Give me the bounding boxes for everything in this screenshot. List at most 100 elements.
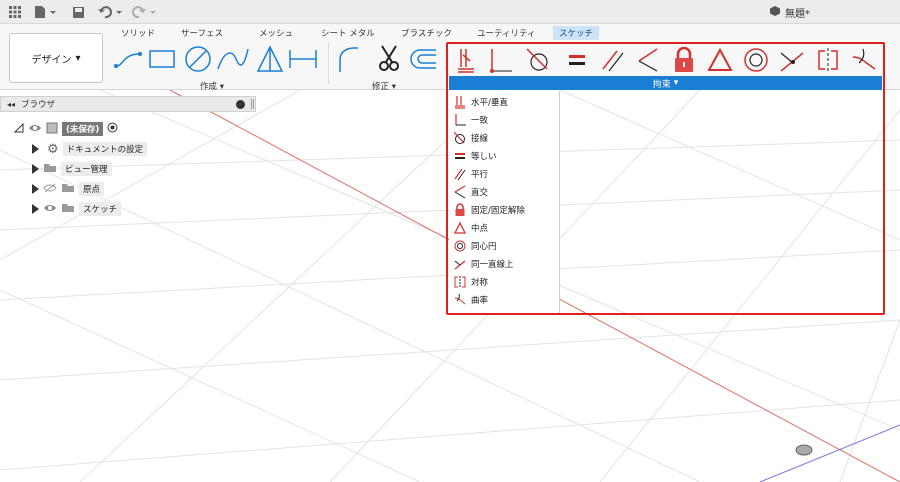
coincident-icon[interactable] bbox=[487, 45, 515, 75]
fix-unfix-icon[interactable] bbox=[670, 45, 698, 75]
expand-triangle-icon[interactable] bbox=[32, 184, 39, 194]
expand-triangle-icon[interactable] bbox=[13, 122, 24, 136]
collinear-icon[interactable] bbox=[778, 45, 806, 75]
tab-surface[interactable]: サーフェス bbox=[175, 26, 229, 40]
design-workspace-button[interactable]: デザイン ▾ bbox=[9, 33, 103, 83]
polygon-tool-icon[interactable] bbox=[256, 45, 284, 72]
browser-panel-header[interactable]: ◂◂ ブラウザ bbox=[0, 96, 256, 112]
curvature-icon bbox=[451, 293, 469, 307]
tree-item-label: ビュー管理 bbox=[61, 162, 112, 176]
browser-item-view-management[interactable]: ビュー管理 bbox=[32, 161, 112, 177]
menu-item-perpendicular[interactable]: 直交 bbox=[449, 183, 560, 201]
equal-icon bbox=[451, 149, 469, 163]
expand-triangle-icon[interactable] bbox=[32, 204, 39, 214]
expand-triangle-icon[interactable] bbox=[32, 164, 39, 174]
component-icon bbox=[46, 122, 58, 137]
constraints-panel-button[interactable]: 拘束 ▾ bbox=[449, 76, 882, 90]
parallel-icon bbox=[451, 167, 469, 181]
panel-grip-icon[interactable] bbox=[251, 99, 254, 109]
perpendicular-icon[interactable] bbox=[634, 45, 662, 75]
folder-icon bbox=[43, 162, 57, 176]
browser-item-origin[interactable]: 原点 bbox=[32, 181, 105, 197]
perpendicular-icon bbox=[451, 185, 469, 199]
tree-item-label: ドキュメントの設定 bbox=[62, 142, 148, 156]
constraints-label: 拘束 bbox=[652, 79, 671, 90]
tree-item-label: 原点 bbox=[79, 182, 105, 196]
create-group-label[interactable]: 作成 ▾ bbox=[200, 80, 224, 92]
tangent-icon bbox=[451, 131, 469, 145]
offset-tool-icon[interactable] bbox=[410, 49, 436, 69]
menu-item-concentric[interactable]: 同心円 bbox=[449, 237, 560, 255]
equal-icon[interactable] bbox=[563, 45, 591, 75]
document-title: 無題* bbox=[769, 4, 810, 20]
activate-radio-icon[interactable] bbox=[107, 122, 118, 136]
menu-item-equal[interactable]: 等しい bbox=[449, 147, 560, 165]
expand-triangle-icon[interactable] bbox=[32, 144, 39, 154]
ribbon-separator bbox=[328, 42, 329, 84]
folder-icon bbox=[61, 202, 75, 216]
undo-icon[interactable] bbox=[96, 4, 124, 20]
file-menu-icon[interactable] bbox=[32, 4, 58, 20]
menu-item-coincident[interactable]: 一致 bbox=[449, 111, 560, 129]
menu-item-tangent[interactable]: 接線 bbox=[449, 129, 560, 147]
concentric-icon bbox=[451, 239, 469, 253]
modify-group-label[interactable]: 修正 ▾ bbox=[372, 80, 396, 92]
tab-mesh[interactable]: メッシュ bbox=[253, 26, 299, 40]
eye-hidden-icon[interactable] bbox=[43, 183, 57, 196]
rectangle-tool-icon[interactable] bbox=[149, 50, 175, 68]
parallel-icon[interactable] bbox=[598, 45, 626, 75]
line-tool-icon[interactable] bbox=[114, 52, 142, 68]
modify-tools bbox=[336, 44, 444, 74]
coincident-icon bbox=[451, 113, 469, 127]
constraints-dropdown-menu: 水平/垂直 一致 接線 等しい 平行 直交 固定/固定解除 中点 同心円 同一直… bbox=[449, 91, 560, 313]
horizontal-vertical-icon bbox=[451, 95, 469, 109]
curvature-icon[interactable] bbox=[850, 45, 878, 75]
root-label: (未保存) bbox=[62, 122, 104, 136]
midpoint-icon bbox=[451, 221, 469, 235]
tab-sketch[interactable]: スケッチ bbox=[553, 26, 600, 40]
minus-circle-icon[interactable] bbox=[236, 100, 245, 109]
browser-root-node[interactable]: (未保存) bbox=[13, 121, 118, 137]
horizontal-vertical-icon[interactable] bbox=[452, 45, 480, 75]
tree-item-label: スケッチ bbox=[79, 202, 122, 216]
arc-tool-icon[interactable] bbox=[217, 48, 249, 70]
circle-tool-icon[interactable] bbox=[185, 46, 211, 72]
dropdown-arrow-icon: ▾ bbox=[75, 52, 81, 64]
fillet-tool-icon[interactable] bbox=[339, 47, 358, 72]
menu-item-fix-unfix[interactable]: 固定/固定解除 bbox=[449, 201, 560, 219]
quick-access-bar: 無題* bbox=[0, 0, 900, 24]
browser-title: ブラウザ bbox=[21, 100, 56, 110]
menu-item-midpoint[interactable]: 中点 bbox=[449, 219, 560, 237]
eye-icon[interactable] bbox=[28, 123, 42, 136]
menu-item-collinear[interactable]: 同一直線上 bbox=[449, 255, 560, 273]
concentric-icon[interactable] bbox=[742, 45, 770, 75]
symmetry-icon[interactable] bbox=[814, 45, 842, 75]
folder-icon bbox=[61, 182, 75, 196]
save-icon[interactable] bbox=[70, 4, 86, 20]
fix-unfix-icon bbox=[451, 203, 469, 217]
app-window: 無題* ソリッド サーフェス メッシュ シート メタル プラスチック ユーティリ… bbox=[0, 0, 900, 482]
create-tools bbox=[112, 44, 324, 74]
menu-item-horizontal-vertical[interactable]: 水平/垂直 bbox=[449, 93, 560, 111]
apps-grid-icon[interactable] bbox=[8, 4, 22, 20]
dropdown-arrow-icon: ▾ bbox=[673, 78, 679, 88]
midpoint-icon[interactable] bbox=[706, 45, 734, 75]
tab-plastic[interactable]: プラスチック bbox=[395, 26, 458, 40]
browser-item-sketches[interactable]: スケッチ bbox=[32, 201, 122, 217]
browser-item-document-settings[interactable]: ⚙ ドキュメントの設定 bbox=[32, 141, 148, 157]
redo-icon[interactable] bbox=[130, 4, 158, 20]
tangent-icon[interactable] bbox=[524, 45, 552, 75]
tab-solid[interactable]: ソリッド bbox=[115, 26, 161, 40]
menu-item-symmetry[interactable]: 対称 bbox=[449, 273, 560, 291]
menu-item-curvature[interactable]: 曲率 bbox=[449, 291, 560, 309]
symmetry-icon bbox=[451, 275, 469, 289]
eye-icon[interactable] bbox=[43, 203, 57, 216]
tab-sheet-metal[interactable]: シート メタル bbox=[315, 26, 381, 40]
trim-scissors-icon[interactable] bbox=[379, 45, 399, 71]
menu-item-parallel[interactable]: 平行 bbox=[449, 165, 560, 183]
design-label: デザイン bbox=[31, 54, 72, 66]
collinear-icon bbox=[451, 257, 469, 271]
collapse-arrows-icon[interactable]: ◂◂ bbox=[7, 100, 15, 109]
tab-utility[interactable]: ユーティリティ bbox=[471, 26, 541, 40]
dimension-tool-icon[interactable] bbox=[289, 50, 317, 68]
